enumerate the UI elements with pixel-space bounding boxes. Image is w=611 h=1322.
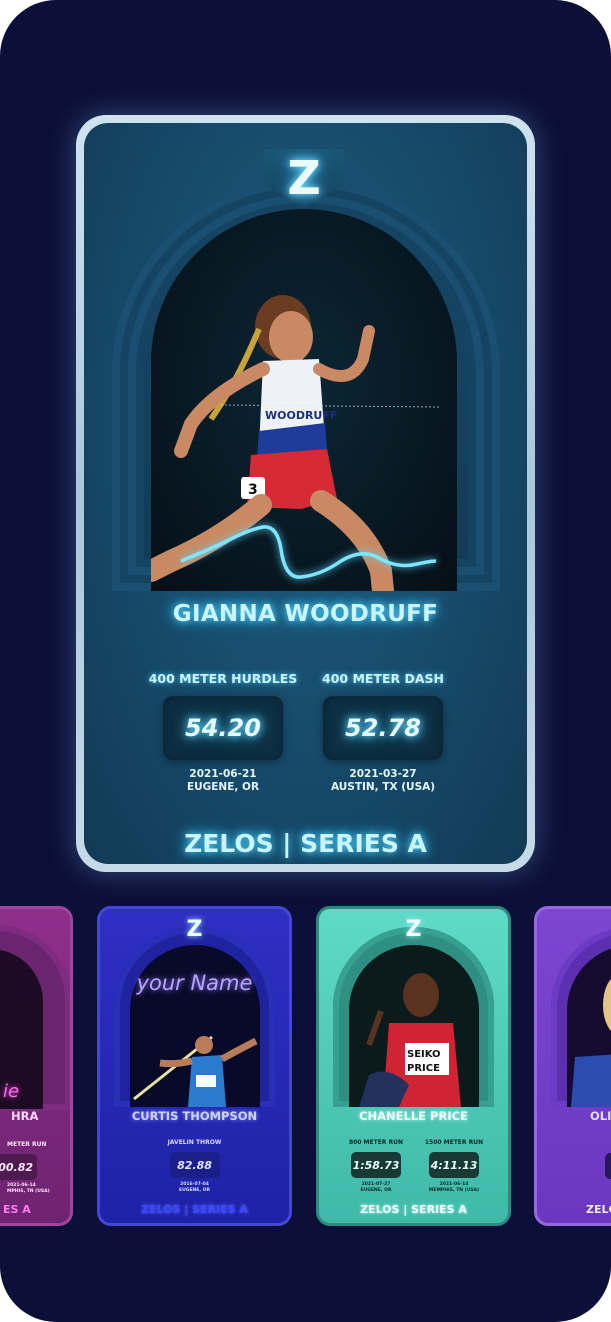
- athlete-name: CHANELLE PRICE: [359, 1109, 468, 1123]
- stat-time: 54.20: [163, 696, 283, 760]
- athlete-name-fragment: HRA: [11, 1109, 39, 1123]
- stat-event: 800 METER RUN: [348, 1139, 404, 1146]
- series-label: ZELC: [586, 1203, 611, 1216]
- stat-location: MEMPHIS, TN (USA): [428, 1188, 480, 1193]
- series-label: ZELOS | SERIES A: [360, 1203, 467, 1216]
- series-label: ES A: [3, 1203, 31, 1216]
- stat-date-value: 2021-03-27: [349, 768, 417, 780]
- athlete-photo: WOODRUFF 3: [151, 209, 457, 591]
- signature: your Name: [136, 971, 253, 995]
- stat-date: 2021-07-27 EUGENE, OR: [341, 1182, 411, 1194]
- stat-date: 2021-06-14 MEMPHIS, TN (USA): [419, 1182, 489, 1194]
- stat-block: 1500 METER RUN 4:11.13 2021-06-14 MEMPHI…: [419, 1139, 489, 1194]
- stat-location: EUGENE, OR: [186, 781, 260, 793]
- stat-value: 1:58.73: [351, 1152, 401, 1178]
- athlete-name: GIANNA WOODRUFF: [172, 601, 439, 627]
- stat-block: 400 METER DASH 52.78 2021-03-27 AUSTIN, …: [303, 671, 463, 794]
- stat-time: 00.82: [0, 1154, 37, 1180]
- stat-event: JAVELIN THROW: [167, 1139, 222, 1146]
- stat-date: 2021-06-21 EUGENE, OR: [143, 768, 303, 794]
- zelos-logo-icon: Z: [405, 917, 422, 942]
- stat-value: 4:11.13: [429, 1152, 479, 1178]
- athlete-photo: SEIKO PRICE: [349, 945, 479, 1107]
- stat-event: 1500 METER RUN: [424, 1139, 484, 1146]
- carousel-card-partial-right[interactable]: OLIV ZELC: [534, 906, 611, 1226]
- stat-block: 400 METER HURDLES 54.20 2021-06-21 EUGEN…: [143, 671, 303, 794]
- stat-date: 2021-06-14 MPHIS, TN (USA): [7, 1183, 50, 1195]
- stat-box: [605, 1153, 611, 1179]
- stat-date: 2021-03-27 AUSTIN, TX (USA): [303, 768, 463, 794]
- stat-date: 2016-07-04 EUGENE, OR: [100, 1182, 289, 1194]
- athlete-name: CURTIS THOMPSON: [131, 1109, 258, 1123]
- featured-card-body: WOODRUFF 3 Z GIANNA WOODRUFF 400 METER H…: [84, 123, 527, 864]
- athlete-illustration: [133, 1035, 258, 1107]
- carousel-card[interactable]: SEIKO PRICE Z CHANELLE PRICE 800 METER R…: [316, 906, 511, 1226]
- zelos-logo-icon: Z: [186, 917, 203, 942]
- series-label: ZELOS | SERIES A: [184, 829, 427, 858]
- stat-event: 400 METER HURDLES: [148, 671, 298, 686]
- carousel-card[interactable]: your Name Z CURTIS THOMPSON JAVELIN THRO…: [97, 906, 292, 1226]
- svg-text:PRICE: PRICE: [407, 1063, 440, 1074]
- signature: ie: [3, 1081, 20, 1102]
- series-label: ZELOS | SERIES A: [141, 1203, 248, 1216]
- featured-athlete-card[interactable]: WOODRUFF 3 Z GIANNA WOODRUFF 400 METER H…: [76, 115, 535, 872]
- stat-location: EUGENE, OR: [179, 1188, 210, 1193]
- stat-date-value: 2021-06-21: [189, 768, 257, 780]
- svg-text:WOODRUFF: WOODRUFF: [265, 409, 337, 422]
- stat-event: METER RUN: [7, 1141, 47, 1148]
- athlete-illustration: SEIKO PRICE: [359, 973, 461, 1107]
- stat-location: AUSTIN, TX (USA): [330, 781, 436, 793]
- athlete-name-fragment: OLIV: [590, 1109, 611, 1123]
- carousel-card-partial-left[interactable]: ie HRA METER RUN 00.82 2021-06-14 MPHIS,…: [0, 906, 73, 1226]
- stat-block: JAVELIN THROW 82.88 2016-07-04 EUGENE, O…: [100, 1139, 289, 1194]
- athlete-photo: [130, 945, 260, 1107]
- app-screen: WOODRUFF 3 Z GIANNA WOODRUFF 400 METER H…: [0, 0, 611, 1322]
- stat-value: 82.88: [169, 1152, 220, 1178]
- stat-location: EUGENE, OR: [360, 1188, 392, 1193]
- stat-event: 400 METER DASH: [322, 671, 444, 686]
- runner-illustration: WOODRUFF 3: [151, 295, 442, 591]
- svg-text:SEIKO: SEIKO: [407, 1049, 441, 1060]
- stat-location: MPHIS, TN (USA): [7, 1189, 50, 1194]
- stat-block: 800 METER RUN 1:58.73 2021-07-27 EUGENE,…: [341, 1139, 411, 1194]
- stat-time: 52.78: [323, 696, 443, 760]
